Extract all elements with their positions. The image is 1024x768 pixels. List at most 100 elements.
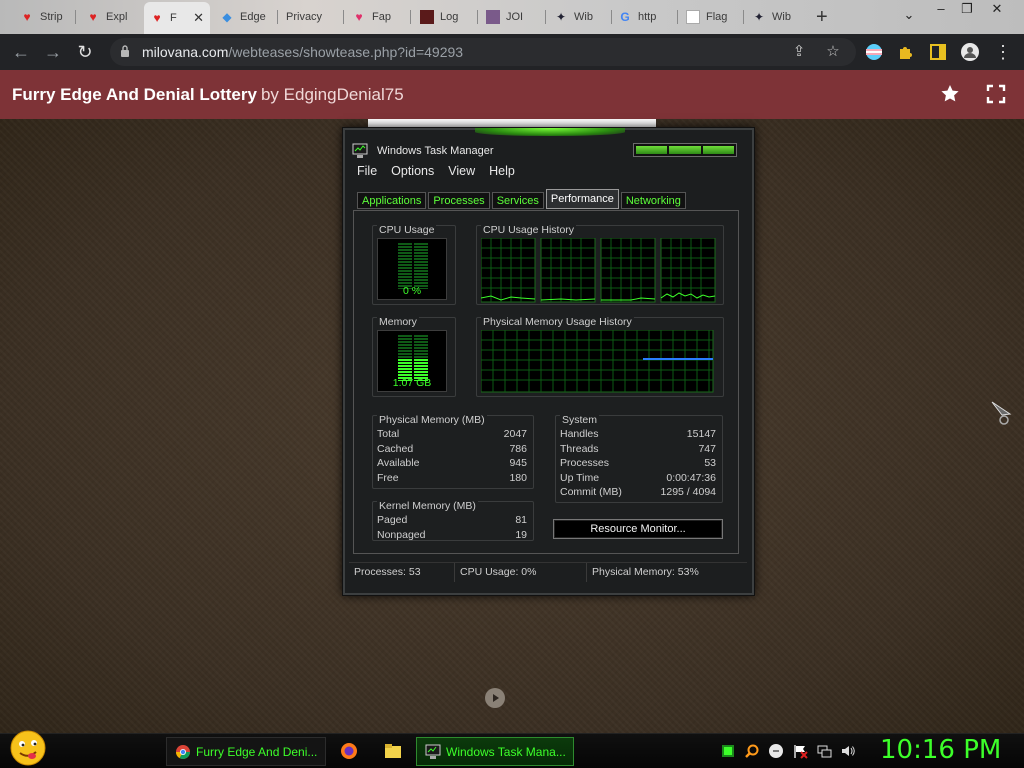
gauge-segment (398, 365, 412, 367)
menu-options[interactable]: Options (391, 164, 434, 184)
gauge-segment (398, 362, 412, 364)
tab-label: Flag (706, 11, 728, 23)
action-center-flag-icon[interactable] (792, 743, 808, 759)
minimize-icon[interactable]: – (928, 2, 954, 16)
reload-icon[interactable]: ↻ (74, 41, 96, 63)
stat-row: Commit (MB) 1295 / 4094 (560, 486, 716, 500)
browser-tab[interactable]: G http (612, 4, 674, 30)
tab-performance[interactable]: Performance (545, 189, 619, 209)
gauge-segment (414, 353, 428, 355)
stat-row: Processes 53 (560, 457, 716, 471)
cpu-usage-label: CPU Usage (377, 224, 437, 236)
stat-value: 786 (509, 443, 527, 455)
flag-extension-icon[interactable] (864, 42, 884, 62)
start-button-icon[interactable] (6, 728, 50, 768)
gauge-segment (398, 249, 412, 251)
memory-history-graph (481, 330, 714, 393)
menu-help[interactable]: Help (489, 164, 515, 184)
browser-tab[interactable]: ♥ Strip (14, 4, 70, 30)
chat-icon[interactable] (768, 743, 784, 759)
gauge-segment (414, 282, 428, 284)
cpu-core-graph-1 (481, 238, 536, 303)
gauge-segment (414, 249, 428, 251)
address-bar[interactable]: milovana.com/webteases/showtease.php?id=… (110, 38, 856, 66)
tab-label: Expl (106, 11, 128, 23)
status-processes: Processes: 53 (349, 563, 455, 582)
close-window-icon[interactable]: ✕ (984, 2, 1010, 16)
browser-tab[interactable]: Privacy (280, 4, 340, 30)
cpu-core-graph-3 (600, 238, 656, 303)
tray-monitor-icon[interactable] (720, 743, 736, 759)
stat-row: Handles 15147 (560, 428, 716, 442)
tab-search-icon[interactable]: ⌄ (896, 8, 922, 22)
browser-tab[interactable]: ✦ Wib (548, 4, 608, 30)
taskbar-clock[interactable]: 10:16 PM (880, 735, 1001, 765)
gauge-segment (398, 374, 412, 376)
gauge-segment (398, 252, 412, 254)
volume-icon[interactable] (840, 743, 856, 759)
gauge-segment (414, 270, 428, 272)
stat-key: Paged (377, 514, 408, 526)
new-tab-icon[interactable]: + (816, 6, 828, 29)
browser-tab[interactable]: ◆ Edge (214, 4, 272, 30)
tab-services[interactable]: Services (491, 192, 544, 209)
task-manager-icon (352, 143, 368, 158)
taskbar-button-label: Furry Edge And Deni... (196, 744, 318, 759)
back-icon[interactable]: ← (10, 41, 32, 63)
gauge-segment (398, 335, 412, 337)
gauge-segment (414, 374, 428, 376)
taskbar-button-task-manager[interactable]: Windows Task Mana... (416, 737, 574, 766)
share-icon[interactable]: ⇪ (790, 43, 808, 61)
browser-tab[interactable]: Log (414, 4, 474, 30)
search-icon[interactable] (744, 743, 760, 759)
network-icon[interactable] (816, 743, 832, 759)
favorite-star-icon[interactable] (938, 82, 962, 106)
forward-icon[interactable]: → (42, 41, 64, 63)
tm-window-controls[interactable] (633, 143, 737, 157)
folder-icon[interactable] (384, 742, 402, 760)
gauge-segment (398, 273, 412, 275)
tab-processes[interactable]: Processes (428, 192, 490, 209)
physical-memory-group: Physical Memory (MB) Total 2047 Cached 786… (372, 414, 534, 489)
sidebar-icon[interactable] (928, 42, 948, 62)
gauge-segment (398, 279, 412, 281)
tab-applications[interactable]: Applications (357, 192, 427, 209)
gauge-segment (398, 341, 412, 343)
status-memory: Physical Memory: 53% (592, 566, 699, 578)
browser-tab-active[interactable]: ♥ F ✕ (144, 2, 210, 34)
tease-author[interactable]: by EdgingDenial75 (261, 85, 404, 104)
resource-monitor-button[interactable]: Resource Monitor... (553, 519, 723, 539)
extensions-puzzle-icon[interactable] (896, 42, 916, 62)
bookmark-star-icon[interactable]: ☆ (824, 43, 842, 61)
browser-tab[interactable]: ♥ Fap (346, 4, 406, 30)
browser-tab[interactable]: ♥ Expl (80, 4, 136, 30)
status-cpu: CPU Usage: 0% (455, 563, 587, 582)
restore-icon[interactable]: ❐ (954, 2, 980, 16)
kernel-memory-label: Kernel Memory (MB) (377, 500, 478, 512)
menu-file[interactable]: File (357, 164, 377, 184)
browser-tab[interactable]: JOI (480, 4, 542, 30)
menu-kebab-icon[interactable]: ⋮ (992, 41, 1014, 63)
firefox-icon[interactable] (340, 742, 358, 760)
stat-value: 0:00:47:36 (666, 472, 716, 484)
gauge-segment (398, 264, 412, 266)
profile-avatar-icon[interactable] (960, 42, 980, 62)
stat-row: Up Time 0:00:47:36 (560, 472, 716, 486)
close-tab-icon[interactable]: ✕ (193, 10, 204, 26)
gauge-segment (398, 350, 412, 352)
tab-networking[interactable]: Networking (620, 192, 686, 209)
gauge-segment (414, 264, 428, 266)
play-icon[interactable] (485, 688, 505, 708)
gauge-segment (414, 335, 428, 337)
browser-tab[interactable]: Flag (680, 4, 740, 30)
menu-view[interactable]: View (448, 164, 475, 184)
gauge-segment (414, 276, 428, 278)
gauge-segment (414, 258, 428, 260)
tab-label: Log (440, 11, 459, 23)
gauge-segment (398, 270, 412, 272)
browser-tab[interactable]: ✦ Wib (746, 4, 806, 30)
taskbar-button-browser[interactable]: Furry Edge And Deni... (166, 737, 326, 766)
tm-statusbar: Processes: 53 CPU Usage: 0% Physical Mem… (349, 562, 747, 582)
fullscreen-icon[interactable] (984, 82, 1008, 106)
gauge-segment (414, 246, 428, 248)
